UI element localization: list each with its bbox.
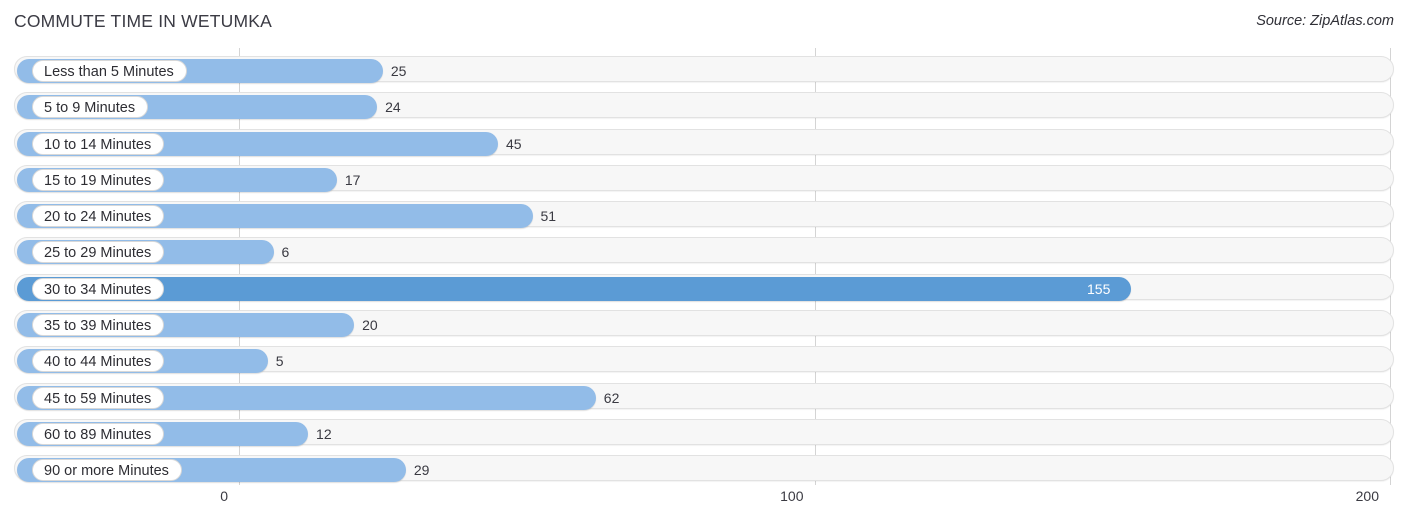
source-attribution: Source: ZipAtlas.com [1256, 13, 1394, 29]
bar-value-label: 155 [1087, 280, 1111, 297]
bar-value-label: 51 [540, 208, 557, 225]
bar-row: 35 to 39 Minutes 20 [0, 307, 1406, 337]
bar-row: 5 to 9 Minutes 24 [0, 89, 1406, 120]
bar-category-label: 5 to 9 Minutes [32, 96, 149, 119]
bar-category-label: 15 to 19 Minutes [32, 168, 165, 191]
bar-row: 40 to 44 Minutes 5 [0, 343, 1406, 374]
bar-value-label: 20 [362, 316, 378, 333]
x-axis: 0 100 200 [0, 485, 1406, 523]
bar-category-label: 40 to 44 Minutes [32, 350, 165, 373]
bar-value-label: 6 [281, 244, 290, 261]
chart-container: COMMUTE TIME IN WETUMKA Source: ZipAtlas… [0, 0, 1406, 523]
bar[interactable] [17, 276, 1132, 301]
bar-category-label: Less than 5 Minutes [32, 60, 187, 82]
bar-value-label: 24 [385, 99, 401, 116]
bar-value-label: 5 [275, 353, 284, 370]
bar-row: Less than 5 Minutes 25 [0, 53, 1406, 83]
bar-row: 10 to 14 Minutes 45 [0, 126, 1406, 156]
bar-value-label: 25 [390, 63, 407, 79]
bar-category-label: 90 or more Minutes [32, 459, 182, 482]
bar-category-label: 20 to 24 Minutes [32, 205, 165, 228]
x-tick-label: 200 [1355, 488, 1379, 504]
bar-value-label: 45 [505, 135, 522, 152]
bar-category-label: 45 to 59 Minutes [32, 386, 165, 409]
plot-area: Less than 5 Minutes 25 5 to 9 Minutes 24 10 … [0, 48, 1406, 485]
x-tick-label: 0 [220, 488, 228, 504]
bar-value-label: 17 [344, 171, 361, 188]
bar-category-label: 35 to 39 Minutes [32, 313, 165, 336]
bar-row: 45 to 59 Minutes 62 [0, 380, 1406, 410]
bar-row: 20 to 24 Minutes 51 [0, 198, 1406, 229]
bar-category-label: 60 to 89 Minutes [32, 422, 165, 445]
bar-value-label: 29 [413, 462, 430, 479]
bar-category-label: 25 to 29 Minutes [32, 241, 165, 264]
bar-value-label: 62 [603, 389, 620, 406]
bar-category-label: 10 to 14 Minutes [32, 132, 165, 155]
bar-category-label: 30 to 34 Minutes [32, 277, 165, 300]
x-tick-label: 100 [780, 488, 804, 504]
page-title: COMMUTE TIME IN WETUMKA [14, 11, 273, 31]
bar-row: 90 or more Minutes 29 [0, 452, 1406, 483]
bar-value-label: 12 [316, 425, 332, 442]
bar-row: 60 to 89 Minutes 12 [0, 416, 1406, 446]
bar-row: 15 to 19 Minutes 17 [0, 162, 1406, 192]
bar-row: 30 to 34 Minutes 155 [0, 271, 1406, 301]
bar-row: 25 to 29 Minutes 6 [0, 234, 1406, 265]
